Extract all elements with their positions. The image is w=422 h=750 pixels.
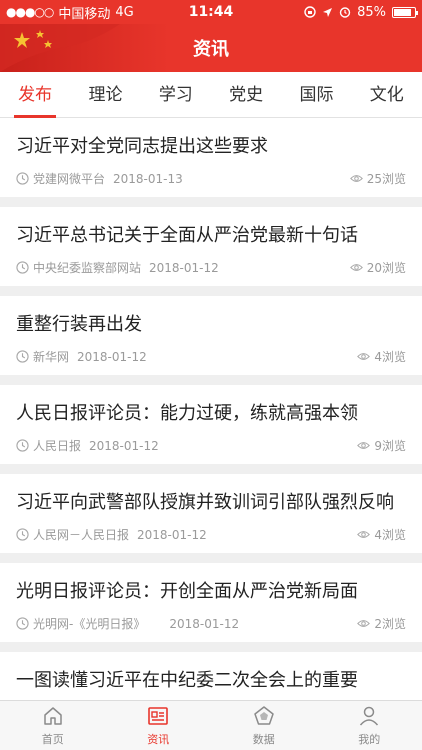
clock-icon — [16, 261, 29, 274]
news-meta-left: 人民网－人民日报 2018-01-12 — [16, 526, 357, 543]
data-icon — [254, 706, 274, 725]
news-meta: 人民网－人民日报 2018-01-12 4浏览 — [16, 526, 406, 543]
news-meta-left: 人民日报 2018-01-12 — [16, 437, 357, 454]
status-left: ●●●○○ 中国移动 4G — [6, 3, 166, 22]
news-views-group: 4浏览 — [357, 348, 406, 365]
flag-decoration-icon — [0, 24, 120, 72]
clock-icon — [16, 350, 29, 363]
eye-icon — [357, 442, 371, 449]
news-views-group: 2浏览 — [357, 615, 406, 632]
signal-strength-icon: ●●●○○ — [6, 5, 54, 19]
bottom-tab-label: 资讯 — [147, 733, 170, 746]
eye-icon — [349, 264, 363, 271]
news-source: 新华网 — [33, 350, 70, 364]
eye-icon — [357, 620, 371, 627]
bottom-tab-profile[interactable]: 我的 — [317, 701, 422, 750]
news-item[interactable]: 习近平总书记关于全面从严治党最新十句话 中央纪委监察部网站 2018-01-12… — [0, 207, 422, 286]
news-meta: 党建网微平台 2018-01-13 25浏览 — [16, 170, 406, 187]
news-date: 2018-01-12 — [77, 349, 147, 364]
news-date: 2018-01-12 — [149, 260, 219, 275]
news-item[interactable]: 人民日报评论员：能力过硬，练就高强本领 人民日报 2018-01-12 9浏览 — [0, 385, 422, 464]
news-meta: 新华网 2018-01-12 4浏览 — [16, 348, 406, 365]
news-title: 重整行装再出发 — [16, 314, 142, 335]
news-item[interactable]: 一图读懂习近平在中纪委二次全会上的重要 — [0, 652, 422, 700]
bottom-tab-label: 首页 — [41, 733, 64, 746]
location-icon — [323, 7, 333, 17]
battery-fill — [394, 8, 411, 16]
alarm-icon — [339, 7, 351, 18]
news-views-group: 20浏览 — [349, 259, 406, 276]
eye-icon — [349, 175, 363, 182]
news-source: 人民网－人民日报 — [33, 528, 130, 542]
battery-percent: 85% — [357, 4, 386, 20]
network-type: 4G — [115, 4, 134, 20]
bottom-tab-data[interactable]: 数据 — [211, 701, 317, 750]
bottom-tab-home[interactable]: 首页 — [0, 701, 106, 750]
news-meta: 光明网-《光明日报》 2018-01-12 2浏览 — [16, 615, 406, 632]
news-source: 人民日报 — [33, 439, 82, 453]
orientation-lock-icon — [304, 6, 316, 18]
news-views: 2浏览 — [374, 617, 406, 631]
bottom-tab-bar: 首页 资讯 数据 我的 — [0, 700, 422, 750]
news-views-group: 4浏览 — [357, 526, 406, 543]
home-icon — [44, 707, 62, 725]
news-date: 2018-01-12 — [89, 438, 159, 453]
news-item[interactable]: 光明日报评论员：开创全面从严治党新局面 光明网-《光明日报》 2018-01-1… — [0, 563, 422, 642]
news-views: 20浏览 — [366, 261, 406, 275]
news-source: 光明网-《光明日报》 — [33, 617, 146, 631]
bottom-tab-label: 数据 — [252, 733, 275, 746]
clock-icon — [16, 528, 29, 541]
news-title: 习近平向武警部队授旗并致训词引部队强烈反响 — [16, 492, 394, 513]
tab-fabu[interactable]: 发布 — [0, 72, 70, 118]
status-bar: ●●●○○ 中国移动 4G 11:44 85% — [0, 0, 422, 24]
tab-xuexi[interactable]: 学习 — [141, 72, 211, 118]
news-views: 9浏览 — [374, 439, 406, 453]
news-meta-left: 新华网 2018-01-12 — [16, 348, 357, 365]
news-meta-left: 党建网微平台 2018-01-13 — [16, 170, 350, 187]
news-views-group: 9浏览 — [357, 437, 406, 454]
eye-icon — [357, 353, 371, 360]
news-views: 4浏览 — [374, 350, 406, 364]
status-right: 85% — [256, 4, 418, 20]
page-title: 资讯 — [193, 39, 229, 60]
news-meta-left: 中央纪委监察部网站 2018-01-12 — [16, 259, 350, 276]
news-title: 一图读懂习近平在中纪委二次全会上的重要 — [16, 670, 358, 691]
profile-icon — [360, 706, 379, 726]
clock-icon — [16, 617, 29, 630]
news-views-group: 25浏览 — [349, 170, 406, 187]
news-title: 光明日报评论员：开创全面从严治党新局面 — [16, 581, 358, 602]
bottom-tab-label: 我的 — [358, 733, 381, 746]
tab-dangshi[interactable]: 党史 — [211, 72, 281, 118]
status-time: 11:44 — [188, 4, 234, 20]
carrier-label: 中国移动 — [58, 6, 111, 22]
news-views: 25浏览 — [366, 172, 406, 186]
news-date: 2018-01-12 — [169, 616, 240, 631]
category-tab-bar: 发布 理论 学习 党史 国际 文化 — [0, 72, 422, 118]
news-meta-left: 光明网-《光明日报》 2018-01-12 — [16, 615, 357, 632]
news-views: 4浏览 — [374, 528, 406, 542]
news-item[interactable]: 习近平对全党同志提出这些要求 党建网微平台 2018-01-13 25浏览 — [0, 118, 422, 197]
nav-bar: 资讯 — [0, 24, 422, 72]
battery-icon — [392, 6, 418, 18]
news-meta: 中央纪委监察部网站 2018-01-12 20浏览 — [16, 259, 406, 276]
eye-icon — [357, 531, 371, 538]
news-source: 中央纪委监察部网站 — [33, 261, 142, 275]
bottom-tab-news[interactable]: 资讯 — [106, 701, 212, 750]
news-meta: 人民日报 2018-01-12 9浏览 — [16, 437, 406, 454]
tab-lilun[interactable]: 理论 — [70, 72, 140, 118]
news-title: 习近平对全党同志提出这些要求 — [16, 136, 268, 157]
news-title: 习近平总书记关于全面从严治党最新十句话 — [16, 225, 358, 246]
tab-guoji[interactable]: 国际 — [281, 72, 351, 118]
clock-icon — [16, 439, 29, 452]
news-item[interactable]: 重整行装再出发 新华网 2018-01-12 4浏览 — [0, 296, 422, 375]
news-date: 2018-01-13 — [113, 171, 183, 186]
news-list: 习近平对全党同志提出这些要求 党建网微平台 2018-01-13 25浏览 习近… — [0, 118, 422, 700]
clock-icon — [16, 172, 29, 185]
news-title: 人民日报评论员：能力过硬，练就高强本领 — [16, 403, 358, 424]
news-item[interactable]: 习近平向武警部队授旗并致训词引部队强烈反响 人民网－人民日报 2018-01-1… — [0, 474, 422, 553]
news-source: 党建网微平台 — [33, 172, 106, 186]
news-icon — [148, 707, 169, 725]
tab-wenhua[interactable]: 文化 — [352, 72, 422, 118]
news-date: 2018-01-12 — [137, 527, 207, 542]
